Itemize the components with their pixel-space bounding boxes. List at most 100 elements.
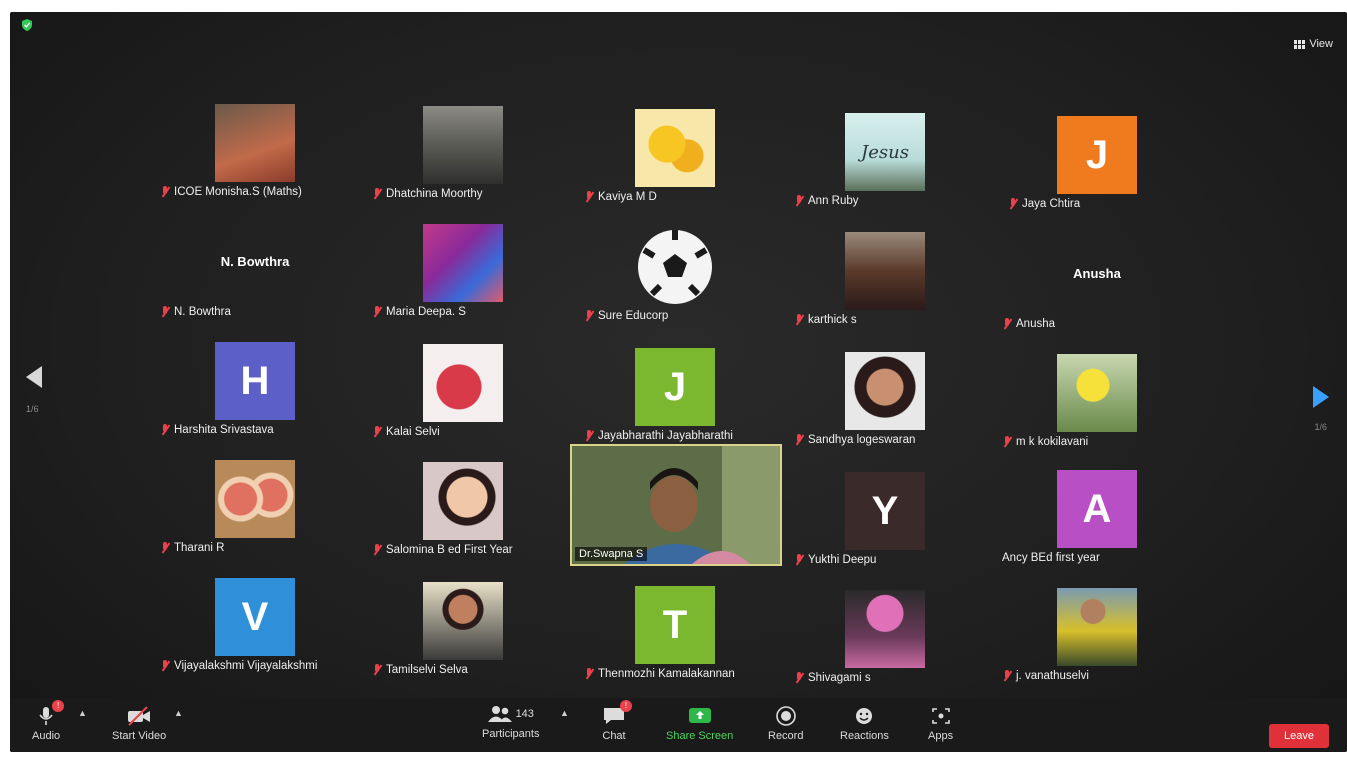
photo-text: Jesus (861, 141, 909, 163)
apps-button[interactable]: Apps (928, 706, 953, 742)
letter-avatar: Y (845, 472, 925, 550)
video-options-chevron-icon[interactable]: ▲ (174, 708, 183, 718)
participant-name: Jayabharathi Jayabharathi (598, 430, 733, 442)
participant-tile[interactable]: Salomina B ed First Year (368, 462, 558, 572)
participant-photo (423, 106, 503, 184)
previous-page-arrow-icon[interactable] (26, 366, 42, 388)
participant-name: m k kokilavani (1016, 436, 1089, 448)
muted-mic-icon (372, 306, 382, 318)
participant-tile[interactable]: J Jayabharathi Jayabharathi (580, 348, 770, 458)
participant-tile[interactable]: Tamilselvi Selva (368, 582, 558, 692)
record-button[interactable]: Record (768, 706, 803, 742)
letter-avatar: H (215, 342, 295, 420)
emoji-photo (635, 109, 715, 187)
participant-tile[interactable]: Sandhya logeswaran (790, 352, 980, 462)
muted-mic-icon (584, 310, 594, 322)
participant-name: Ancy BEd first year (1002, 552, 1100, 564)
active-speaker-video[interactable]: Dr.Swapna S (570, 444, 782, 566)
participant-tile[interactable]: Anusha Anusha (1002, 236, 1192, 346)
letter-avatar: V (215, 578, 295, 656)
participants-button[interactable]: 143 Participants (482, 704, 539, 740)
participant-tile[interactable]: N. Bowthra N. Bowthra (160, 224, 350, 334)
muted-mic-icon (794, 434, 804, 446)
participant-name: Shivagami s (808, 672, 871, 684)
view-button[interactable]: View (1294, 38, 1333, 50)
participant-name: Sure Educorp (598, 310, 669, 322)
muted-mic-icon (794, 554, 804, 566)
display-name: N. Bowthra (220, 254, 290, 269)
participant-tile[interactable]: Tharani R (160, 460, 350, 570)
record-icon (774, 706, 798, 726)
participant-tile[interactable]: A Ancy BEd first year (1002, 470, 1192, 580)
participant-name: j. vanathuselvi (1016, 670, 1089, 682)
participant-tile[interactable]: m k kokilavani (1002, 354, 1192, 464)
participant-photo: Jesus (845, 113, 925, 191)
participant-photo (1057, 354, 1137, 432)
muted-mic-icon (160, 542, 170, 554)
view-label: View (1309, 38, 1333, 50)
participant-name: Yukthi Deepu (808, 554, 877, 566)
muted-mic-icon (372, 664, 382, 676)
participant-name: Maria Deepa. S (386, 306, 466, 318)
participant-name: Dr.Swapna S (575, 547, 648, 561)
participant-tile[interactable]: karthick s (790, 232, 980, 342)
participant-photo (423, 224, 503, 302)
muted-mic-icon (794, 195, 804, 207)
participant-photo (845, 352, 925, 430)
audio-button[interactable]: ! Audio (32, 700, 65, 742)
participant-tile[interactable]: Jesus Ann Ruby (790, 113, 980, 223)
participant-name: Harshita Srivastava (174, 424, 274, 436)
muted-mic-icon (794, 672, 804, 684)
participant-photo (215, 460, 295, 538)
participant-tile[interactable]: Kaviya M D (580, 109, 770, 219)
muted-mic-icon (794, 314, 804, 326)
audio-label: Audio (32, 730, 61, 742)
participant-name: N. Bowthra (174, 306, 231, 318)
participants-count: 143 (515, 708, 534, 720)
participant-tile[interactable]: J Jaya Chtira (1002, 116, 1192, 226)
participant-photo (423, 582, 503, 660)
video-off-icon (127, 706, 151, 726)
participant-tile[interactable]: Shivagami s (790, 590, 980, 700)
apps-label: Apps (928, 730, 954, 742)
start-video-button[interactable]: Start Video (112, 706, 166, 742)
muted-mic-icon (160, 306, 170, 318)
start-video-label: Start Video (112, 730, 167, 742)
participant-name: Jaya Chtira (1022, 198, 1081, 210)
share-screen-button[interactable]: Share Screen (666, 706, 733, 742)
muted-mic-icon (372, 544, 382, 556)
chat-button[interactable]: ! Chat (602, 700, 632, 742)
muted-mic-icon (372, 426, 382, 438)
participant-photo (1057, 588, 1137, 666)
leave-button[interactable]: Leave (1269, 724, 1329, 748)
participant-tile[interactable]: Y Yukthi Deepu (790, 472, 980, 582)
muted-mic-icon (584, 668, 594, 680)
participant-photo (845, 590, 925, 668)
muted-mic-icon (1002, 670, 1012, 682)
next-page-arrow-icon[interactable] (1313, 386, 1329, 408)
participant-tile[interactable]: ICOE Monisha.S (Maths) (160, 104, 350, 214)
reactions-button[interactable]: Reactions (840, 706, 889, 742)
football-photo (635, 228, 715, 306)
audio-options-chevron-icon[interactable]: ▲ (78, 708, 87, 718)
participant-tile[interactable]: Maria Deepa. S (368, 224, 558, 334)
microphone-icon: ! (34, 700, 65, 726)
page-indicator-left: 1/6 (26, 404, 39, 414)
participant-name: ICOE Monisha.S (Maths) (174, 186, 302, 198)
participant-tile[interactable]: H Harshita Srivastava (160, 342, 350, 452)
participants-options-chevron-icon[interactable]: ▲ (560, 708, 569, 718)
participant-tile[interactable]: Sure Educorp (580, 228, 770, 338)
muted-mic-icon (1002, 436, 1012, 448)
chat-unread-badge: ! (620, 700, 632, 712)
participant-tile[interactable]: Kalai Selvi (368, 344, 558, 454)
shield-icon (22, 19, 32, 31)
participant-name: Tamilselvi Selva (386, 664, 468, 676)
participant-name: Sandhya logeswaran (808, 434, 916, 446)
participant-tile[interactable]: j. vanathuselvi (1002, 588, 1192, 698)
participant-name: Thenmozhi Kamalakannan (598, 668, 735, 680)
participant-tile[interactable]: Dhatchina Moorthy (368, 106, 558, 216)
participant-tile[interactable]: V Vijayalakshmi Vijayalakshmi (160, 578, 350, 688)
participant-tile[interactable]: T Thenmozhi Kamalakannan (580, 586, 770, 696)
muted-mic-icon (584, 191, 594, 203)
participant-photo (423, 344, 503, 422)
